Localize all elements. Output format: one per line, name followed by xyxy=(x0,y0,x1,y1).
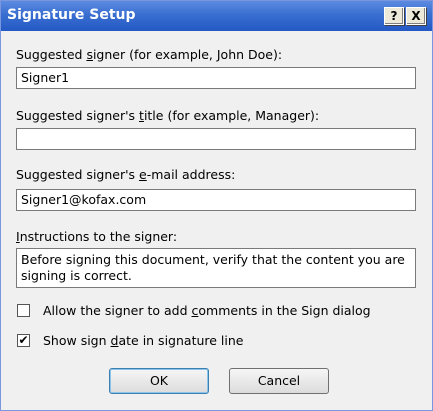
email-label-pre: Suggested signer's xyxy=(16,167,140,182)
title-label-post: itle (for example, Manager): xyxy=(143,108,320,123)
signer-input[interactable]: Signer1 xyxy=(16,67,416,89)
title-label-pre: Suggested signer's xyxy=(16,108,140,123)
allow-comments-label[interactable]: Allow the signer to add comments in the … xyxy=(43,303,371,318)
email-label-accel: e xyxy=(139,167,147,182)
cancel-button[interactable]: Cancel xyxy=(229,368,329,394)
show-date-label[interactable]: Show sign date in signature line xyxy=(43,333,243,348)
signer-label: Suggested signer (for example, John Doe)… xyxy=(16,47,282,62)
email-label-post: -mail address: xyxy=(146,167,236,182)
email-input[interactable]: Signer1@kofax.com xyxy=(16,189,416,211)
instructions-label-post: nstructions to the signer: xyxy=(19,229,178,244)
email-label: Suggested signer's e-mail address: xyxy=(16,167,235,182)
instructions-label: Instructions to the signer: xyxy=(16,229,177,244)
signer-title-input[interactable] xyxy=(16,128,416,150)
allow-comments-pre: Allow the signer to add xyxy=(43,303,192,318)
close-button[interactable]: X xyxy=(406,7,426,25)
title-bar[interactable]: Signature Setup ? X xyxy=(1,1,432,31)
signature-setup-dialog: Signature Setup ? X Suggested signer (fo… xyxy=(0,0,433,411)
allow-comments-post: omments in the Sign dialog xyxy=(198,303,371,318)
signer-label-post: igner (for example, John Doe): xyxy=(92,47,283,62)
ok-button[interactable]: OK xyxy=(109,368,209,394)
window-title: Signature Setup xyxy=(7,7,136,23)
signer-label-pre: Suggested xyxy=(16,47,87,62)
checkmark-icon: ✔ xyxy=(18,333,29,347)
allow-comments-checkbox[interactable] xyxy=(17,304,30,317)
instructions-input[interactable]: Before signing this document, verify tha… xyxy=(16,248,416,288)
show-date-pre: Show sign xyxy=(43,333,111,348)
title-label: Suggested signer's title (for example, M… xyxy=(16,108,319,123)
show-date-checkbox[interactable]: ✔ xyxy=(17,334,30,347)
show-date-post: ate in signature line xyxy=(118,333,244,348)
help-button[interactable]: ? xyxy=(384,7,404,25)
